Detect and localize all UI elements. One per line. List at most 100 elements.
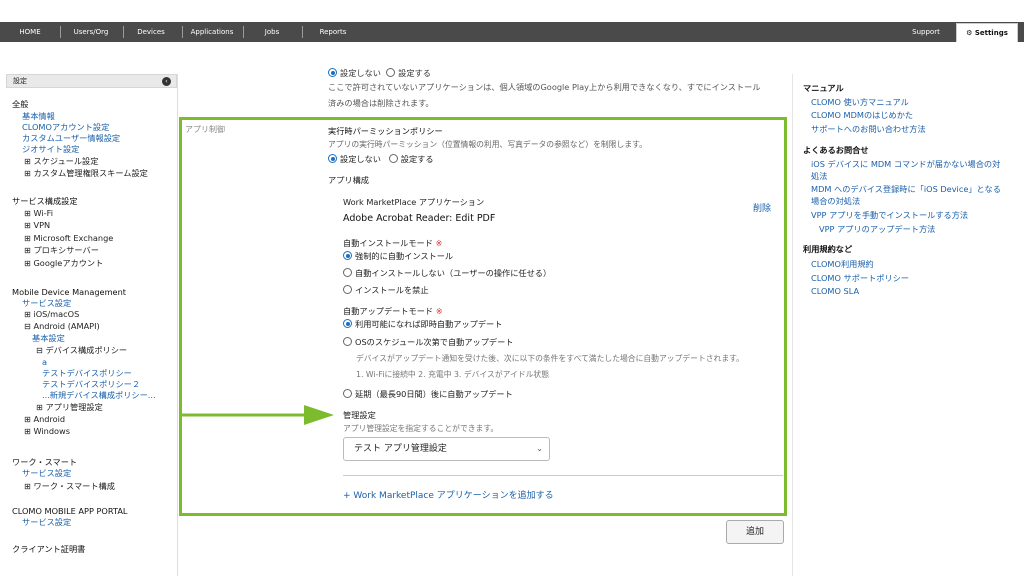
sidebar-item[interactable]: ⊞ Android	[24, 414, 65, 424]
runtime-radio-group: 設定しない 設定する	[328, 153, 434, 165]
sidebar-item[interactable]: 基本情報	[22, 111, 55, 121]
install-option-manual-label: 自動インストールしない（ユーザーの操作に任せる）	[355, 268, 552, 278]
update-radio-immediate[interactable]	[343, 319, 352, 328]
sidebar-item[interactable]: ⊞ スケジュール設定	[24, 156, 98, 166]
faq-link[interactable]: VPP アプリを手動でインストールする方法	[811, 210, 968, 220]
sidebar-item[interactable]: ジオサイト設定	[22, 144, 79, 154]
sidebar-section-heading: CLOMO MOBILE APP PORTAL	[12, 506, 128, 516]
nav-devices[interactable]: Devices	[127, 22, 175, 42]
update-radio-os[interactable]	[343, 337, 352, 346]
sidebar-section-heading: Mobile Device Management	[12, 287, 126, 297]
faq-link[interactable]: VPP アプリのアップデート方法	[819, 224, 935, 234]
sidebar-item[interactable]: ⊞ カスタム管理権限スキーム設定	[24, 168, 148, 178]
add-app-link[interactable]: + Work MarketPlace アプリケーションを追加する	[343, 488, 554, 501]
nav-separator	[182, 26, 183, 38]
managed-config-select[interactable]: テスト アプリ管理設定 ⌄	[343, 437, 550, 461]
install-radio-manual[interactable]	[343, 268, 352, 277]
manual-link[interactable]: CLOMO MDMのはじめかた	[811, 110, 913, 120]
top-note-2: 済みの場合は削除されます。	[328, 98, 434, 108]
top-nav-bar: HOME Users/Org Devices Applications Jobs…	[0, 22, 1024, 42]
gear-icon: ⚙	[966, 29, 973, 37]
sidebar-item[interactable]: CLOMOアカウント設定	[22, 122, 109, 132]
managed-config-selected: テスト アプリ管理設定	[354, 444, 447, 454]
sidebar-item[interactable]: サービス設定	[22, 468, 71, 478]
sidebar-item[interactable]: サービス設定	[22, 298, 71, 308]
update-os-desc-1: デバイスがアップデート通知を受けた後、次に以下の条件をすべて満たした場合に自動ア…	[356, 354, 744, 363]
update-radio-deferred[interactable]	[343, 389, 352, 398]
faq-link[interactable]: 場合の対処法	[811, 196, 860, 206]
manual-link[interactable]: サポートへのお問い合わせ方法	[811, 124, 926, 134]
collapse-icon[interactable]: ‹	[162, 77, 171, 86]
sidebar-item[interactable]: ⊞ ワーク・スマート構成	[24, 481, 115, 491]
update-option-immediate-label: 利用可能になれば即時自動アップデート	[355, 319, 503, 329]
runtime-radio-on-label: 設定する	[400, 154, 434, 164]
sidebar-section-heading: 全般	[12, 99, 29, 109]
update-option-os[interactable]: OSのスケジュール次第で自動アップデート	[343, 336, 513, 348]
runtime-radio-off[interactable]	[328, 154, 337, 163]
managed-config-title: 管理設定	[343, 410, 376, 420]
sidebar-item[interactable]: ⊟ デバイス構成ポリシー	[36, 345, 127, 355]
sidebar-item[interactable]: ⊞ VPN	[24, 220, 50, 230]
sidebar-item[interactable]: ⊞ Microsoft Exchange	[24, 233, 113, 243]
install-option-force[interactable]: 強制的に自動インストール	[343, 250, 453, 262]
required-mark: ※	[435, 238, 443, 248]
add-button[interactable]: 追加	[726, 520, 784, 544]
nav-applications[interactable]: Applications	[186, 22, 238, 42]
sidebar-item[interactable]: ⊞ Windows	[24, 426, 70, 436]
sidebar-item[interactable]: ⊟ Android (AMAPI)	[24, 321, 100, 331]
sidebar-item[interactable]: ⊞ プロキシサーバー	[24, 245, 99, 255]
delete-link[interactable]: 削除	[753, 201, 771, 214]
manual-link[interactable]: CLOMO 使い方マニュアル	[811, 97, 909, 107]
top-radio-on[interactable]	[386, 68, 396, 77]
sidebar-item[interactable]: ⊞ iOS/macOS	[24, 309, 79, 319]
terms-link[interactable]: CLOMO利用規約	[811, 259, 874, 269]
nav-separator	[123, 26, 124, 38]
settings-sidebar: 設定 ‹ 全般基本情報 CLOMOアカウント設定 カスタムユーザー情報設定 ジオサイト…	[6, 74, 178, 576]
update-option-deferred[interactable]: 延期（最長90日間）後に自動アップデート	[343, 388, 513, 400]
faq-link[interactable]: MDM へのデバイス登録時に「iOS Device」となる	[811, 184, 1001, 194]
install-mode-title: 自動インストールモード ※	[343, 237, 442, 249]
sidebar-item[interactable]: サービス設定	[22, 517, 71, 527]
sidebar-item[interactable]: カスタムユーザー情報設定	[22, 133, 120, 143]
nav-settings-tab[interactable]: ⚙ Settings	[956, 23, 1018, 42]
sidebar-item[interactable]: テストデバイスポリシー	[42, 368, 132, 378]
faq-heading: よくあるお問合せ	[803, 145, 869, 155]
faq-link[interactable]: iOS デバイスに MDM コマンドが届かない場合の対	[811, 159, 1000, 169]
required-mark: ※	[435, 306, 443, 316]
faq-link[interactable]: 処法	[811, 171, 827, 181]
sidebar-item[interactable]: ...新規デバイス構成ポリシー...	[42, 390, 156, 400]
install-option-manual[interactable]: 自動インストールしない（ユーザーの操作に任せる）	[343, 267, 551, 279]
top-radio-off-label: 設定しない	[340, 68, 381, 78]
sidebar-item[interactable]: ⊞ Googleアカウント	[24, 258, 103, 268]
update-option-deferred-label: 延期（最長90日間）後に自動アップデート	[355, 389, 513, 399]
nav-reports[interactable]: Reports	[308, 22, 358, 42]
nav-home[interactable]: HOME	[8, 22, 52, 42]
runtime-radio-off-label: 設定しない	[340, 154, 381, 164]
terms-link[interactable]: CLOMO SLA	[811, 286, 859, 296]
nav-users-org[interactable]: Users/Org	[64, 22, 118, 42]
top-radio-off[interactable]	[328, 68, 337, 77]
sidebar-title: 設定	[13, 77, 27, 85]
chevron-down-icon: ⌄	[536, 444, 543, 453]
top-gap	[0, 0, 1024, 22]
update-option-immediate[interactable]: 利用可能になれば即時自動アップデート	[343, 318, 502, 330]
help-sidebar: マニュアル CLOMO 使い方マニュアル CLOMO MDMのはじめかた サポートへの…	[792, 74, 1024, 576]
settings-label: Settings	[974, 29, 1008, 37]
install-option-block[interactable]: インストールを禁止	[343, 284, 429, 296]
green-arrow-icon	[182, 405, 334, 425]
nav-jobs[interactable]: Jobs	[250, 22, 294, 42]
terms-link[interactable]: CLOMO サポートポリシー	[811, 273, 909, 283]
runtime-radio-on[interactable]	[388, 154, 398, 163]
top-radio-on-label: 設定する	[398, 68, 431, 78]
install-option-block-label: インストールを禁止	[355, 285, 429, 295]
sidebar-item[interactable]: テストデバイスポリシー２	[42, 379, 140, 389]
sidebar-item[interactable]: ⊞ アプリ管理設定	[36, 402, 103, 412]
nav-support[interactable]: Support	[900, 22, 952, 42]
sidebar-item[interactable]: a	[42, 357, 47, 367]
sidebar-item[interactable]: ⊞ Wi-Fi	[24, 208, 53, 218]
top-note-1: ここで許可されていないアプリケーションは、個人領域のGoogle Play上から…	[328, 82, 761, 92]
install-radio-force[interactable]	[343, 251, 352, 260]
install-radio-block[interactable]	[343, 285, 352, 294]
sidebar-item[interactable]: 基本設定	[32, 333, 65, 343]
runtime-permission-desc: アプリの実行時パーミッション（位置情報の利用、写真データの参照など）を制限します…	[328, 140, 647, 149]
